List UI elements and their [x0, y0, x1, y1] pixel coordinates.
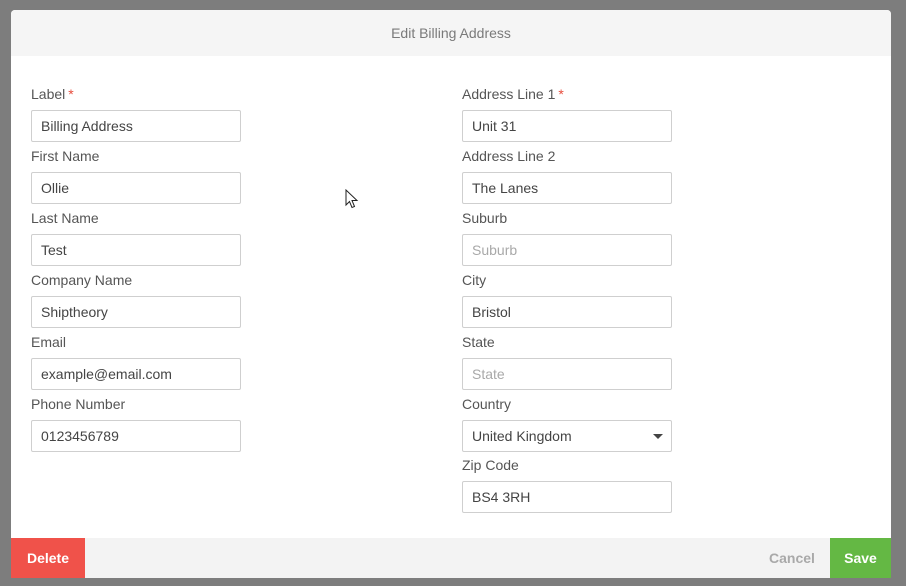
delete-button[interactable]: Delete — [11, 538, 85, 578]
required-indicator: * — [558, 86, 564, 102]
label-field-label: Label * — [31, 86, 74, 102]
modal-footer: Delete Cancel Save — [11, 538, 891, 578]
state-input[interactable] — [462, 358, 672, 390]
modal-header: Edit Billing Address — [11, 10, 891, 56]
city-label: City — [462, 272, 487, 288]
address-line-1-input[interactable] — [462, 110, 672, 142]
company-name-label: Company Name — [31, 272, 133, 288]
chevron-down-icon — [653, 434, 663, 439]
edit-billing-address-modal: Edit Billing Address Label* First Name L… — [11, 10, 891, 578]
required-indicator: * — [68, 86, 74, 102]
suburb-input[interactable] — [462, 234, 672, 266]
country-selected-value: United Kingdom — [472, 428, 572, 444]
address-line-1-label: Address Line 1 * — [462, 86, 564, 102]
email-input[interactable] — [31, 358, 241, 390]
country-label: Country — [462, 396, 512, 412]
phone-number-label: Phone Number — [31, 396, 126, 412]
address-line-2-label: Address Line 2 — [462, 148, 556, 164]
save-button[interactable]: Save — [830, 538, 891, 578]
company-name-input[interactable] — [31, 296, 241, 328]
phone-number-input[interactable] — [31, 420, 241, 452]
first-name-label: First Name — [31, 148, 100, 164]
suburb-label: Suburb — [462, 210, 508, 226]
zip-code-input[interactable] — [462, 481, 672, 513]
last-name-label: Last Name — [31, 210, 99, 226]
last-name-input[interactable] — [31, 234, 241, 266]
mouse-cursor-icon — [345, 189, 359, 209]
first-name-input[interactable] — [31, 172, 241, 204]
email-label: Email — [31, 334, 67, 350]
city-input[interactable] — [462, 296, 672, 328]
modal-title: Edit Billing Address — [391, 25, 511, 41]
cancel-button[interactable]: Cancel — [756, 538, 828, 578]
background-page — [0, 18, 11, 578]
zip-code-label: Zip Code — [462, 457, 519, 473]
country-select[interactable]: United Kingdom — [462, 420, 672, 452]
state-label: State — [462, 334, 495, 350]
label-input[interactable] — [31, 110, 241, 142]
address-line-2-input[interactable] — [462, 172, 672, 204]
